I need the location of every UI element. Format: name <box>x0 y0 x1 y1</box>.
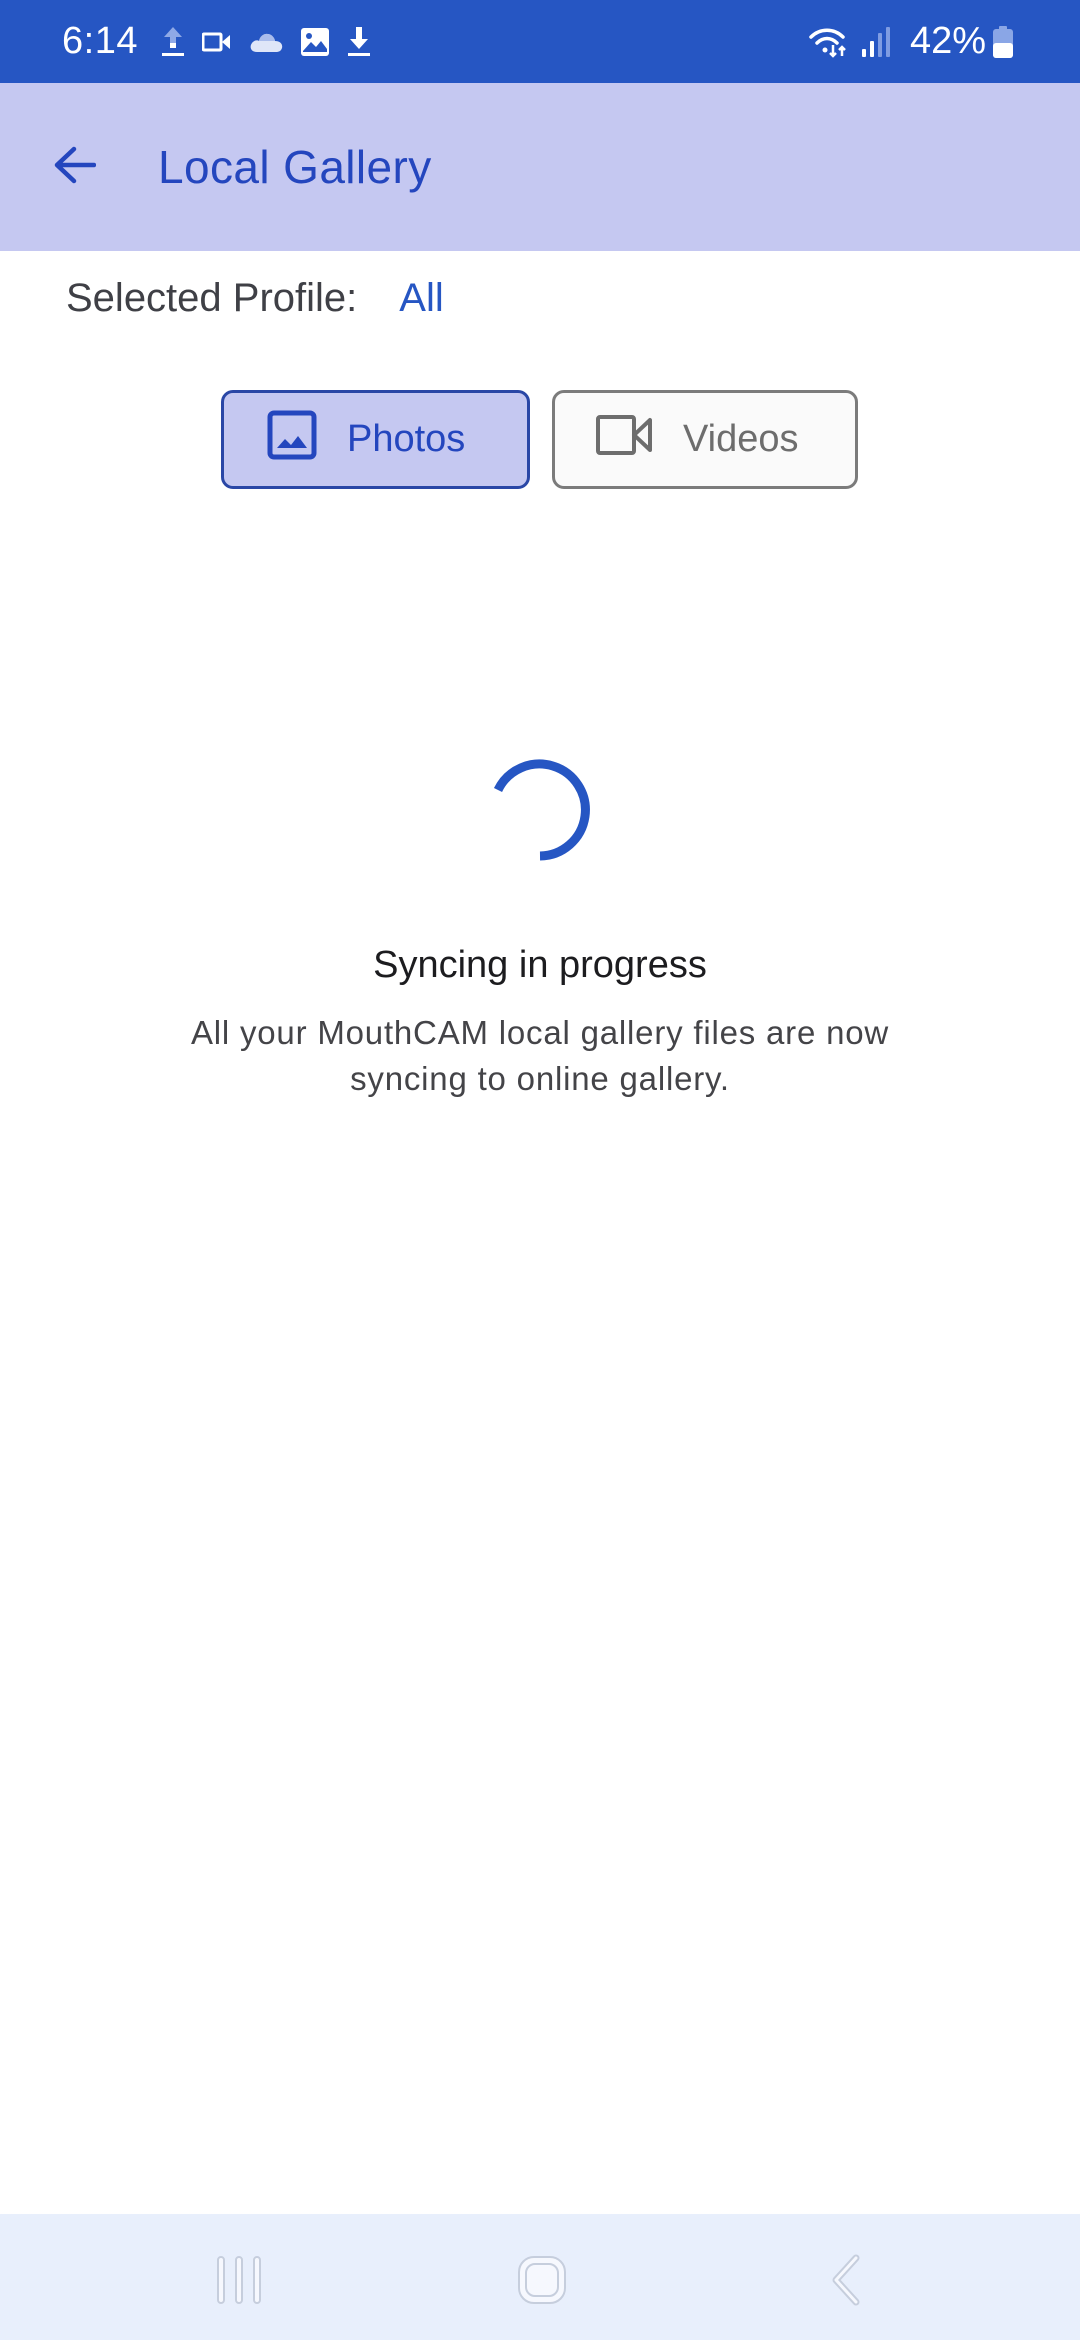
selected-profile-label: Selected Profile: <box>66 276 358 320</box>
status-right: 42% <box>808 20 1024 63</box>
download-icon <box>346 25 372 59</box>
arrow-left-icon <box>52 145 97 190</box>
system-nav-bar <box>0 2214 1080 2340</box>
photos-toggle-label: Photos <box>347 418 466 460</box>
back-chevron-icon <box>828 2254 862 2311</box>
selected-profile-value[interactable]: All <box>399 276 443 321</box>
video-camera-icon <box>201 31 232 53</box>
recents-button[interactable] <box>210 2254 270 2310</box>
videos-toggle-button[interactable]: Videos <box>552 390 858 489</box>
wifi-data-icon <box>808 25 850 59</box>
photos-toggle-button[interactable]: Photos <box>221 390 530 489</box>
recents-icon <box>214 2254 266 2311</box>
page-title: Local Gallery <box>158 141 432 193</box>
video-camera-icon <box>595 414 653 466</box>
signal-icon <box>860 25 890 59</box>
battery-percent: 42% <box>909 20 986 62</box>
status-time: 6:14 <box>62 20 138 62</box>
upload-icon <box>160 25 186 59</box>
media-type-toggle: Photos Videos <box>221 390 858 489</box>
status-bar: 6:14 42% <box>0 0 1080 83</box>
home-button[interactable] <box>514 2254 570 2310</box>
image-icon <box>267 410 317 470</box>
sync-status-description: All your MouthCAM local gallery files ar… <box>190 1014 890 1097</box>
status-left: 6:14 <box>62 20 388 63</box>
image-icon <box>300 27 330 57</box>
videos-toggle-label: Videos <box>683 418 799 460</box>
selected-profile-row: Selected Profile: All <box>66 276 444 321</box>
cloud-icon <box>248 30 284 54</box>
loading-spinner-icon <box>490 758 594 866</box>
sync-status-title: Syncing in progress <box>373 944 707 986</box>
app-bar: Local Gallery <box>0 83 1080 251</box>
system-back-button[interactable] <box>820 2254 870 2310</box>
battery-icon <box>992 25 1014 59</box>
back-button[interactable] <box>38 131 110 203</box>
home-icon <box>516 2254 568 2311</box>
